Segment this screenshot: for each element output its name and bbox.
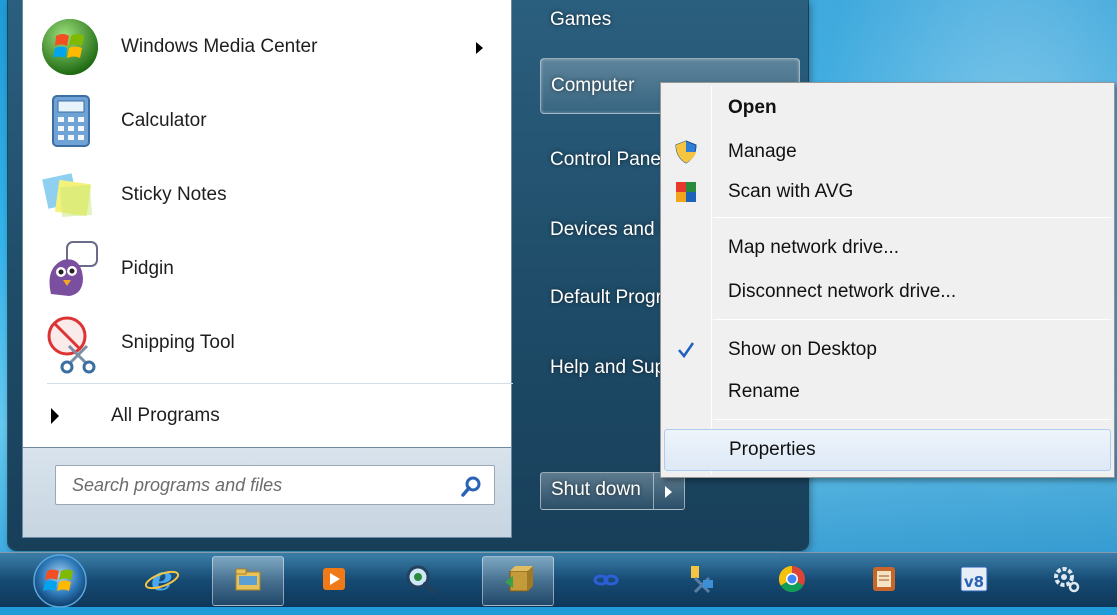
right-item-games[interactable]: Games bbox=[540, 0, 800, 40]
chrome-icon bbox=[775, 562, 809, 600]
search-icon[interactable] bbox=[460, 474, 484, 498]
taskbar-link-app[interactable] bbox=[570, 556, 642, 606]
menu-item-label: Disconnect network drive... bbox=[728, 281, 957, 302]
shutdown-button[interactable]: Shut down bbox=[541, 473, 654, 509]
program-sticky-notes[interactable]: Sticky Notes bbox=[23, 160, 493, 230]
program-snipping-tool[interactable]: Snipping Tool bbox=[23, 308, 493, 378]
media-player-icon bbox=[317, 562, 351, 600]
menu-item-properties[interactable]: Properties bbox=[664, 429, 1111, 471]
menu-item-rename[interactable]: Rename bbox=[664, 373, 1111, 411]
shutdown-options-arrow-icon[interactable] bbox=[654, 473, 684, 509]
windows-media-center-icon bbox=[39, 16, 101, 78]
pidgin-icon bbox=[39, 238, 101, 300]
link-icon bbox=[589, 562, 623, 600]
menu-item-scan-with-avg[interactable]: Scan with AVG bbox=[664, 173, 1111, 211]
search-box[interactable] bbox=[55, 465, 495, 505]
taskbar-media-player[interactable] bbox=[298, 556, 370, 606]
taskbar-installer[interactable] bbox=[482, 556, 554, 606]
calculator-icon bbox=[39, 90, 101, 152]
svg-text:v8: v8 bbox=[964, 573, 984, 591]
file-explorer-icon bbox=[231, 562, 265, 600]
menu-separator bbox=[713, 217, 1111, 218]
all-programs-arrow-icon bbox=[51, 408, 59, 424]
menu-item-open[interactable]: Open bbox=[664, 89, 1111, 127]
all-programs-button[interactable]: All Programs bbox=[23, 392, 503, 440]
menu-item-map-network-drive[interactable]: Map network drive... bbox=[664, 229, 1111, 267]
sticky-notes-icon bbox=[39, 164, 101, 226]
right-item-label: Games bbox=[550, 9, 612, 30]
start-button[interactable] bbox=[22, 553, 98, 611]
menu-separator bbox=[713, 419, 1111, 420]
submenu-arrow-icon bbox=[476, 42, 483, 54]
program-calculator[interactable]: Calculator bbox=[23, 86, 493, 156]
program-pidgin[interactable]: Pidgin bbox=[23, 234, 493, 304]
internet-explorer-icon: e bbox=[144, 559, 180, 601]
menu-item-label: Rename bbox=[728, 381, 800, 402]
taskbar-notes-app[interactable] bbox=[848, 556, 920, 606]
taskbar-file-explorer[interactable] bbox=[212, 556, 284, 606]
right-item-label: Computer bbox=[551, 75, 635, 96]
snipping-tool-icon bbox=[39, 312, 101, 374]
v8-icon: v8 bbox=[957, 562, 991, 600]
shield-icon bbox=[673, 139, 699, 165]
menu-item-label: Map network drive... bbox=[728, 237, 900, 258]
notes-app-icon bbox=[867, 562, 901, 600]
menu-item-label: Properties bbox=[729, 439, 816, 460]
menu-item-label: Scan with AVG bbox=[728, 181, 854, 202]
program-label: Sticky Notes bbox=[121, 184, 227, 205]
taskbar-network-tool[interactable] bbox=[664, 556, 736, 606]
taskbar-internet-explorer[interactable]: e bbox=[126, 556, 198, 606]
program-windows-media-center[interactable]: Windows Media Center bbox=[23, 12, 493, 82]
separator bbox=[47, 383, 513, 384]
all-programs-label: All Programs bbox=[111, 405, 220, 426]
svg-text:e: e bbox=[151, 561, 173, 597]
programs-pane: Windows Media Center Calculator Sticky N… bbox=[22, 0, 513, 448]
taskbar-search-app[interactable] bbox=[384, 556, 456, 606]
search-magnifier-icon bbox=[403, 562, 437, 600]
program-label: Calculator bbox=[121, 110, 207, 131]
context-menu: Open Manage Scan with AVG Map network dr… bbox=[660, 82, 1115, 478]
menu-item-disconnect-network-drive[interactable]: Disconnect network drive... bbox=[664, 273, 1111, 311]
menu-item-label: Show on Desktop bbox=[728, 339, 877, 360]
menu-item-label: Open bbox=[728, 97, 777, 118]
taskbar-v8-app[interactable]: v8 bbox=[938, 556, 1010, 606]
program-label: Snipping Tool bbox=[121, 332, 235, 353]
installer-icon bbox=[501, 562, 535, 600]
menu-item-label: Manage bbox=[728, 141, 797, 162]
checkmark-icon bbox=[673, 337, 699, 363]
menu-item-show-on-desktop[interactable]: Show on Desktop bbox=[664, 331, 1111, 369]
avg-icon bbox=[673, 179, 699, 205]
search-input[interactable] bbox=[70, 473, 450, 497]
menu-item-manage[interactable]: Manage bbox=[664, 133, 1111, 171]
right-item-label: Control Panel bbox=[550, 149, 666, 170]
menu-separator bbox=[713, 319, 1111, 320]
search-area bbox=[22, 448, 512, 538]
network-tool-icon bbox=[683, 562, 717, 600]
taskbar-chrome[interactable] bbox=[756, 556, 828, 606]
settings-icon bbox=[1049, 562, 1083, 600]
program-label: Pidgin bbox=[121, 258, 174, 279]
taskbar-settings-app[interactable] bbox=[1030, 556, 1102, 606]
program-label: Windows Media Center bbox=[121, 36, 318, 57]
taskbar: e v8 bbox=[0, 552, 1117, 608]
